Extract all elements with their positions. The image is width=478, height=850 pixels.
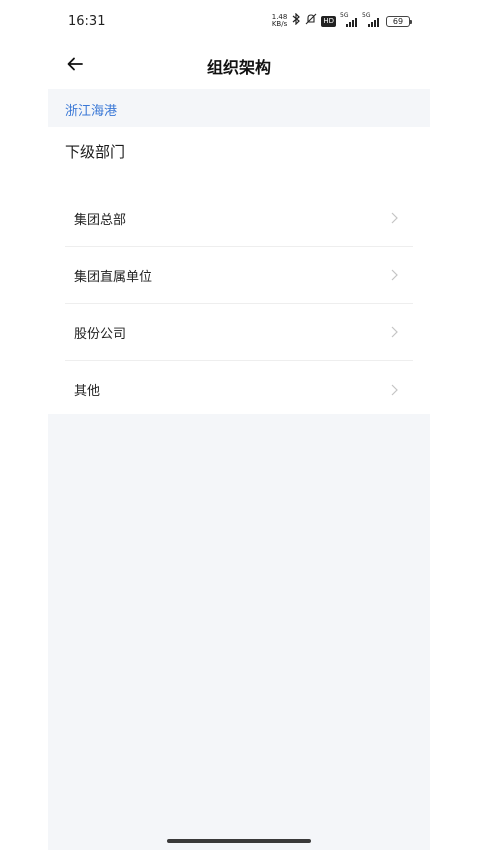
chevron-right-icon: [389, 384, 399, 396]
status-icons: 1.48 KB/s HD 5G 5G 69: [272, 12, 412, 29]
network-speed-unit: KB/s: [271, 20, 288, 28]
battery-level: 69: [392, 16, 404, 26]
department-label: 股份公司: [74, 326, 127, 342]
hd-badge: HD: [321, 15, 336, 27]
department-label: 集团总部: [74, 212, 127, 228]
department-label: 其他: [74, 384, 101, 399]
sim1-label: 5G: [340, 12, 349, 19]
breadcrumb: 浙江海港: [48, 89, 430, 127]
bluetooth-icon: [291, 12, 301, 29]
mute-icon: [305, 13, 317, 29]
status-time: 16:31: [68, 14, 106, 29]
status-bar: 16:31 1.48 KB/s HD 5G 5G 69: [0, 0, 478, 44]
department-list: 集团总部 集团直属单位 股份公司 其他: [65, 190, 413, 418]
home-indicator[interactable]: [167, 839, 311, 843]
page-title: 组织架构: [206, 58, 271, 77]
chevron-right-icon: [389, 269, 399, 281]
list-item[interactable]: 集团直属单位: [65, 247, 413, 304]
section-title: 下级部门: [65, 143, 126, 161]
chevron-right-icon: [389, 212, 399, 224]
sim2-label: 5G: [362, 12, 371, 19]
battery-icon: 69: [386, 15, 412, 27]
signal-icon: 5G: [362, 12, 382, 27]
breadcrumb-item[interactable]: 浙江海港: [65, 100, 117, 119]
signal-icon: 5G: [340, 12, 358, 27]
department-label: 集团直属单位: [74, 269, 153, 285]
chevron-right-icon: [389, 326, 399, 338]
content-panel: 浙江海港 下级部门 集团总部 集团直属单位 股份公司 其他: [48, 89, 430, 850]
top-bar: 组织架构: [0, 44, 478, 86]
list-item[interactable]: 股份公司: [65, 304, 413, 361]
sub-department-card: 下级部门 集团总部 集团直属单位 股份公司 其他: [48, 127, 430, 414]
list-item[interactable]: 其他: [65, 361, 413, 418]
list-item[interactable]: 集团总部: [65, 190, 413, 247]
network-speed: 1.48 KB/s: [272, 14, 288, 28]
